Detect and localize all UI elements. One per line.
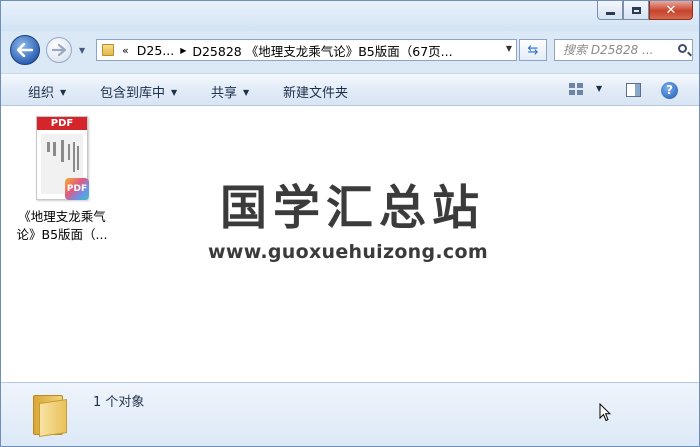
file-name-line-1: 《地理支龙乘气 <box>18 209 106 224</box>
minimize-button[interactable] <box>597 1 623 20</box>
breadcrumb-item-current[interactable]: D25828 《地理支龙乘气论》B5版面（67页... <box>192 41 452 60</box>
file-name: 《地理支龙乘气 论》B5版面（... <box>15 208 109 244</box>
close-icon: ✕ <box>665 2 677 18</box>
command-bar: 组织 ▼ 包含到库中 ▼ 共享 ▼ 新建文件夹 ▼ ? <box>1 73 699 106</box>
chevron-down-icon: ▼ <box>171 88 178 97</box>
watermark-title: 国学汇总站 <box>220 181 485 236</box>
search-icon[interactable] <box>678 44 687 53</box>
minimize-icon <box>605 11 615 15</box>
file-list-area[interactable]: PDF PDF 《地理支龙乘气 论》B5版面（... 国学汇总站 www.guo… <box>1 106 699 382</box>
address-bar[interactable]: « D25... ▶ D25828 《地理支龙乘气论》B5版面（67页... ▼ <box>96 39 517 61</box>
folder-icon <box>102 44 114 56</box>
search-input[interactable]: 搜索 D25828 ... <box>554 39 693 61</box>
include-in-library-menu[interactable]: 包含到库中 ▼ <box>100 82 177 101</box>
change-view-icon[interactable] <box>569 83 585 97</box>
breadcrumb-item[interactable]: D25... <box>137 43 174 58</box>
breadcrumb-separator-icon[interactable]: ▶ <box>180 46 186 55</box>
file-name-line-2: 论》B5版面（... <box>16 227 108 242</box>
item-count: 1 个对象 <box>93 395 145 410</box>
chevron-down-icon: ▼ <box>60 88 67 97</box>
preview-pane-icon[interactable] <box>626 83 641 97</box>
explorer-window: ✕ ▼ « D25... ▶ D25828 《地理支龙乘气论》B5版面（67页.… <box>0 0 700 447</box>
folder-large-icon <box>29 389 69 437</box>
share-label: 共享 <box>211 86 238 101</box>
arrow-right-icon <box>52 44 66 56</box>
forward-button[interactable] <box>46 37 72 63</box>
include-in-library-label: 包含到库中 <box>100 86 166 101</box>
arrow-left-icon <box>17 43 33 57</box>
caption-buttons: ✕ <box>597 1 693 20</box>
breadcrumb-overflow[interactable]: « <box>122 44 129 57</box>
close-button[interactable]: ✕ <box>649 1 693 20</box>
navigation-row: ▼ « D25... ▶ D25828 《地理支龙乘气论》B5版面（67页...… <box>1 31 699 71</box>
organize-label: 组织 <box>28 86 55 101</box>
chevron-down-icon: ▼ <box>243 88 250 97</box>
details-pane: 1 个对象 <box>1 382 699 446</box>
recent-pages-dropdown[interactable]: ▼ <box>79 46 85 55</box>
maximize-button[interactable] <box>623 1 649 20</box>
help-icon[interactable]: ? <box>661 82 678 99</box>
view-options-dropdown[interactable]: ▼ <box>596 84 602 93</box>
organize-menu[interactable]: 组织 ▼ <box>28 82 66 101</box>
title-bar[interactable]: ✕ <box>1 1 699 31</box>
maximize-icon <box>631 6 641 14</box>
pdf-app-badge-icon: PDF <box>65 178 89 200</box>
new-folder-label: 新建文件夹 <box>283 86 349 101</box>
share-menu[interactable]: 共享 ▼ <box>211 82 249 101</box>
refresh-button[interactable]: ⇆ <box>519 39 547 61</box>
new-folder-button[interactable]: 新建文件夹 <box>283 82 348 101</box>
pdf-label: PDF <box>37 117 87 130</box>
mouse-cursor-icon <box>599 403 611 422</box>
refresh-icon: ⇆ <box>527 42 539 58</box>
back-button[interactable] <box>10 35 40 65</box>
watermark-url: www.guoxuehuizong.com <box>208 241 488 263</box>
address-dropdown-icon[interactable]: ▼ <box>506 44 512 53</box>
search-placeholder: 搜索 D25828 ... <box>563 43 654 57</box>
